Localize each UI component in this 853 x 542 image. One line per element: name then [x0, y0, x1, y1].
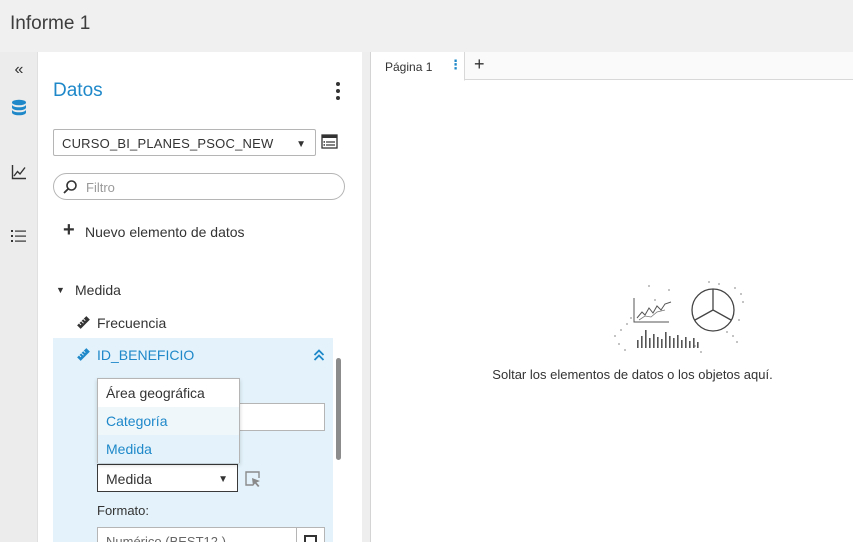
kebab-icon: [336, 82, 340, 86]
triangle-down-icon: ▼: [56, 285, 65, 295]
select-cursor-icon[interactable]: [244, 470, 262, 488]
data-pane-title: Datos: [53, 80, 103, 101]
classification-option-measure[interactable]: Medida: [98, 435, 239, 463]
caret-down-icon: ▼: [218, 474, 228, 485]
classification-option-geography[interactable]: Área geográfica: [98, 379, 239, 407]
page-tab[interactable]: Página 1 ⋮: [371, 52, 465, 81]
format-value: Numérico (BEST12.): [106, 534, 226, 542]
filter-field: [53, 173, 345, 200]
measure-ruler-icon: [77, 316, 90, 329]
objects-pane-button[interactable]: [0, 154, 38, 190]
classification-select[interactable]: Medida ▼: [97, 464, 238, 492]
page-tab-menu-icon[interactable]: ⋮: [449, 57, 462, 73]
filter-input[interactable]: [84, 178, 334, 196]
selected-data-item-panel: ID_BENEFICIO Área geográfica Categoría M…: [53, 338, 333, 542]
report-canvas: Página 1 ⋮ + Soltar los elementos de dat…: [370, 52, 853, 542]
empty-canvas-message: Soltar los elementos de datos o los obje…: [492, 367, 773, 382]
data-pane: Datos CURSO_BI_PLANES_PSOC_NEW ▼ + Nuevo…: [38, 52, 362, 542]
square-icon: [304, 535, 317, 542]
format-picker-button[interactable]: [296, 528, 324, 542]
data-pane-button[interactable]: [0, 90, 38, 126]
report-title: Informe 1: [10, 13, 91, 34]
data-source-value: CURSO_BI_PLANES_PSOC_NEW: [62, 136, 274, 151]
page-tab-label: Página 1: [385, 60, 433, 74]
outline-pane-button[interactable]: [0, 218, 38, 254]
data-item-label: Frecuencia: [97, 315, 167, 331]
selected-item-label: ID_BENEFICIO: [97, 347, 195, 363]
search-icon: [63, 180, 77, 194]
double-chevron-left-icon: «: [14, 61, 24, 78]
format-label: Formato:: [97, 503, 150, 518]
empty-canvas-illustration-icon: [614, 281, 744, 353]
format-field[interactable]: Numérico (BEST12.): [97, 527, 325, 542]
data-source-settings-icon[interactable]: [321, 133, 339, 151]
left-rail: «: [0, 52, 38, 542]
new-data-item-label: Nuevo elemento de datos: [85, 224, 245, 240]
plus-icon: +: [63, 219, 75, 241]
data-pane-scrollbar[interactable]: [336, 358, 341, 460]
classification-dropdown-list: Área geográfica Categoría Medida: [97, 378, 240, 463]
data-pane-menu-button[interactable]: [332, 82, 344, 104]
group-label: Medida: [75, 282, 121, 298]
classification-value: Medida: [106, 471, 152, 487]
list-icon: [11, 230, 26, 242]
classification-option-category[interactable]: Categoría: [98, 407, 239, 435]
data-source-select[interactable]: CURSO_BI_PLANES_PSOC_NEW ▼: [53, 129, 316, 156]
page-tab-bar: Página 1 ⋮ +: [371, 52, 853, 81]
double-chevron-up-icon[interactable]: [312, 348, 326, 362]
line-chart-icon: [11, 165, 26, 180]
caret-down-icon: ▼: [296, 139, 306, 150]
database-icon: [12, 99, 26, 116]
collapse-pane-button[interactable]: «: [0, 52, 38, 88]
measure-ruler-icon: [77, 348, 90, 361]
add-page-button[interactable]: +: [474, 54, 485, 75]
title-bar: Informe 1: [0, 0, 853, 52]
pane-splitter[interactable]: [362, 52, 370, 542]
